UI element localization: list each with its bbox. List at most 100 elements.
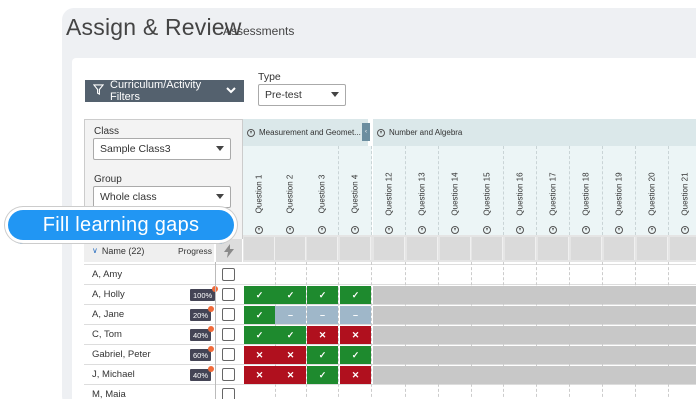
summary-cell: [440, 237, 471, 260]
summary-cell: [604, 237, 635, 260]
question-column-10[interactable]: Question 17: [537, 146, 570, 235]
expand-circle-icon[interactable]: [681, 226, 689, 234]
correct-cell[interactable]: ✓: [307, 346, 338, 364]
incorrect-cell[interactable]: ✕: [340, 366, 371, 384]
correct-cell[interactable]: ✓: [340, 346, 371, 364]
student-name[interactable]: A, Jane: [92, 309, 124, 320]
question-label: Question 2: [285, 174, 295, 214]
fill-learning-gaps-callout: Fill learning gaps: [8, 210, 234, 240]
row-checkbox[interactable]: [222, 308, 235, 321]
correct-cell[interactable]: ✓: [275, 326, 306, 344]
expand-circle-icon[interactable]: [549, 226, 557, 234]
student-name[interactable]: C, Tom: [92, 329, 122, 340]
row-checkbox[interactable]: [222, 268, 235, 281]
correct-cell[interactable]: ✓: [340, 286, 371, 304]
row-checkbox[interactable]: [222, 328, 235, 341]
group-select-value: Whole class: [100, 191, 157, 203]
expand-circle-icon[interactable]: [318, 226, 326, 234]
question-label: Question 17: [548, 172, 558, 216]
question-column-8[interactable]: Question 15: [471, 146, 504, 235]
expand-circle-icon[interactable]: [648, 226, 656, 234]
dropdown-arrow-icon: [216, 146, 224, 151]
correct-cell[interactable]: ✓: [275, 286, 306, 304]
question-label: Question 14: [450, 172, 460, 216]
question-column-9[interactable]: Question 16: [504, 146, 537, 235]
progress-header-label: Progress: [177, 245, 212, 256]
question-column-13[interactable]: Question 20: [636, 146, 669, 235]
row-checkbox[interactable]: [222, 368, 235, 381]
incorrect-cell[interactable]: ✕: [275, 366, 306, 384]
group-header-label: Number and Algebra: [389, 128, 463, 137]
incorrect-cell[interactable]: ✕: [340, 326, 371, 344]
summary-cell: [472, 237, 503, 260]
group-header-measurement[interactable]: Measurement and Geomet...: [243, 119, 368, 146]
student-name[interactable]: M, Maia: [92, 389, 126, 399]
question-label: Question 18: [581, 172, 591, 216]
filters-button-label: Curriculum/Activity Filters: [110, 79, 202, 103]
row-checkbox[interactable]: [222, 388, 235, 399]
group-header-number-algebra[interactable]: Number and Algebra: [373, 119, 696, 146]
student-name[interactable]: Gabriel, Peter: [92, 349, 151, 360]
student-name[interactable]: A, Amy: [92, 269, 122, 280]
correct-cell[interactable]: ✓: [244, 326, 275, 344]
class-select[interactable]: Sample Class3: [93, 138, 231, 160]
grid-line: [371, 262, 372, 399]
summary-cell: [374, 237, 405, 260]
unassessed-block: [373, 326, 696, 344]
question-column-7[interactable]: Question 14: [439, 146, 472, 235]
pending-cell[interactable]: –: [307, 306, 338, 324]
collapse-tab-icon[interactable]: ‹: [362, 123, 370, 141]
correct-cell[interactable]: ✓: [244, 286, 275, 304]
student-name[interactable]: J, Michael: [92, 369, 135, 380]
expand-circle-icon[interactable]: [385, 226, 393, 234]
dropdown-arrow-icon: [331, 92, 339, 97]
question-column-14[interactable]: Question 21: [669, 146, 696, 235]
group-label: Group: [94, 174, 122, 185]
expand-circle-icon[interactable]: [351, 226, 359, 234]
expand-circle-icon[interactable]: [255, 226, 263, 234]
expand-circle-icon[interactable]: [582, 226, 590, 234]
correct-cell[interactable]: ✓: [307, 286, 338, 304]
expand-circle-icon[interactable]: [286, 226, 294, 234]
correct-cell[interactable]: ✓: [244, 306, 275, 324]
row-checkbox[interactable]: [222, 288, 235, 301]
question-column-3[interactable]: Question 3: [306, 146, 339, 235]
curriculum-filters-button[interactable]: Curriculum/Activity Filters: [85, 79, 244, 103]
table-row[interactable]: A, Amy: [84, 265, 696, 285]
summary-cell: [407, 237, 438, 260]
summary-cell: [538, 237, 569, 260]
question-column-12[interactable]: Question 19: [603, 146, 636, 235]
expand-circle-icon[interactable]: [516, 226, 524, 234]
incorrect-cell[interactable]: ✕: [244, 346, 275, 364]
question-column-11[interactable]: Question 18: [570, 146, 603, 235]
question-label: Question 13: [417, 172, 427, 216]
question-column-6[interactable]: Question 13: [406, 146, 439, 235]
expand-circle-icon[interactable]: [483, 226, 491, 234]
expand-circle-icon[interactable]: [451, 226, 459, 234]
question-column-4[interactable]: Question 4: [339, 146, 372, 235]
summary-cell: [505, 237, 536, 260]
type-select[interactable]: Pre-test: [258, 84, 346, 106]
incorrect-cell[interactable]: ✕: [275, 346, 306, 364]
expand-circle-icon[interactable]: [418, 226, 426, 234]
incorrect-cell[interactable]: ✕: [307, 326, 338, 344]
correct-cell[interactable]: ✓: [307, 366, 338, 384]
type-select-value: Pre-test: [265, 89, 302, 101]
question-column-2[interactable]: Question 2: [274, 146, 307, 235]
question-label: Question 1: [254, 174, 264, 214]
group-header-label: Measurement and Geomet...: [259, 128, 361, 137]
incorrect-cell[interactable]: ✕: [244, 366, 275, 384]
progress-badge: 40%: [190, 366, 215, 381]
type-label: Type: [258, 71, 281, 83]
question-column-5[interactable]: Question 12: [373, 146, 406, 235]
question-column-1[interactable]: Question 1: [243, 146, 276, 235]
question-label: Question 21: [680, 172, 690, 216]
row-checkbox[interactable]: [222, 348, 235, 361]
pending-cell[interactable]: –: [275, 306, 306, 324]
filter-icon: [92, 84, 105, 98]
expand-circle-icon[interactable]: [615, 226, 623, 234]
table-row[interactable]: M, Maia: [84, 385, 696, 399]
pending-cell[interactable]: –: [340, 306, 371, 324]
student-name[interactable]: A, Holly: [92, 289, 125, 300]
group-select[interactable]: Whole class: [93, 186, 231, 208]
